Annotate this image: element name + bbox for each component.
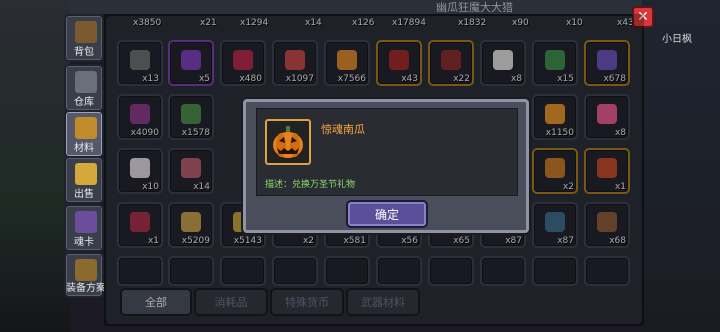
confirm-button[interactable]: 确定 bbox=[346, 200, 428, 228]
soul-card-icon bbox=[75, 211, 97, 233]
sidebar-item-label: 出售 bbox=[74, 189, 94, 200]
sidebar-item-sell[interactable]: 出售 bbox=[64, 156, 104, 204]
side-label: 小日枫 bbox=[662, 34, 692, 45]
background-left bbox=[0, 0, 70, 332]
jack-o-lantern-icon bbox=[273, 126, 303, 158]
warehouse-icon bbox=[75, 71, 97, 93]
sell-icon bbox=[75, 163, 97, 185]
sidebar-item-label: 背包 bbox=[74, 47, 94, 58]
materials-icon bbox=[75, 117, 97, 139]
dialog-content: 惊魂南瓜 描述：兑换万圣节礼物 bbox=[256, 108, 518, 196]
sidebar-item-soul-card[interactable]: 魂卡 bbox=[64, 204, 104, 252]
background-top bbox=[70, 0, 642, 14]
item-name: 惊魂南瓜 bbox=[321, 123, 365, 136]
sidebar-item-label: 魂卡 bbox=[74, 237, 94, 248]
sidebar-item-warehouse[interactable]: 仓库 bbox=[64, 64, 104, 112]
sidebar-item-label: 仓库 bbox=[74, 97, 94, 108]
backpack-icon bbox=[75, 21, 97, 43]
item-detail-dialog: 惊魂南瓜 描述：兑换万圣节礼物 确定 bbox=[243, 99, 529, 233]
sidebar-item-label: 材料 bbox=[74, 143, 94, 154]
sidebar-item-label: 装备方案 bbox=[66, 283, 106, 294]
header-title: 幽瓜狂魔大大猎 bbox=[436, 1, 513, 14]
sidebar-item-equipment-plan[interactable]: 装备方案 bbox=[64, 252, 106, 298]
background-right bbox=[642, 0, 720, 332]
item-description: 描述：兑换万圣节礼物 bbox=[265, 180, 356, 190]
sidebar-item-materials[interactable]: 材料 bbox=[64, 110, 104, 158]
equipment-plan-icon bbox=[75, 259, 97, 281]
sidebar-item-backpack[interactable]: 背包 bbox=[64, 14, 104, 62]
item-slot bbox=[265, 119, 311, 165]
